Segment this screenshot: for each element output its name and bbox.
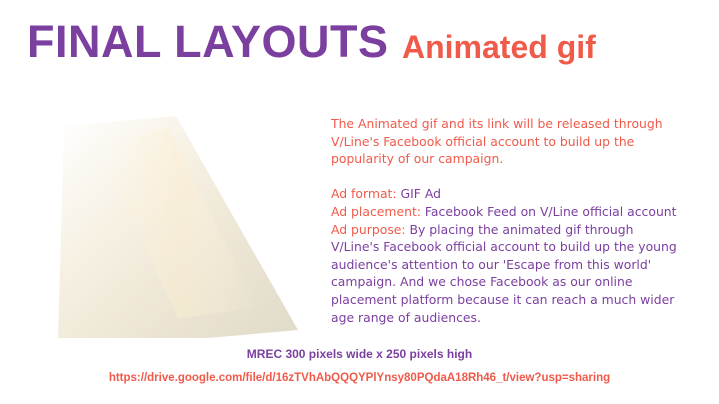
description-block: The Animated gif and its link will be re… xyxy=(331,115,681,326)
drive-link[interactable]: https://drive.google.com/file/d/16zTVhAb… xyxy=(0,372,719,384)
ad-placement-line: Ad placement: Facebook Feed on V/Line of… xyxy=(331,203,681,221)
ad-format-label: Ad format: xyxy=(331,186,397,202)
page-subtitle: Animated gif xyxy=(402,29,596,65)
gif-preview-graphic xyxy=(58,116,298,338)
ad-purpose-line: Ad purpose: By placing the animated gif … xyxy=(331,221,681,327)
page-title: FINAL LAYOUTS xyxy=(27,16,389,67)
ad-purpose-value: By placing the animated gif through V/Li… xyxy=(331,221,677,325)
intro-paragraph: The Animated gif and its link will be re… xyxy=(331,116,663,167)
ad-format-line: Ad format: GIF Ad xyxy=(331,185,681,203)
ad-size-spec: MREC 300 pixels wide x 250 pixels high xyxy=(246,347,473,361)
ad-placement-value: Facebook Feed on V/Line official account xyxy=(420,203,677,219)
ad-purpose-label: Ad purpose: xyxy=(331,221,406,237)
ad-format-value: GIF Ad xyxy=(396,186,441,202)
ad-placement-label: Ad placement: xyxy=(331,203,421,219)
